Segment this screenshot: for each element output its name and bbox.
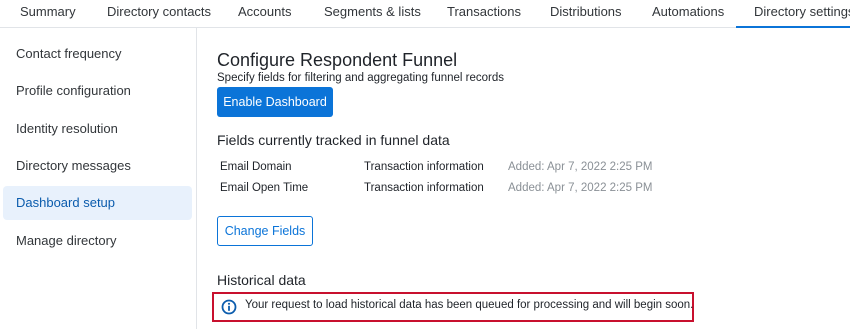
notice-message: Your request to load historical data has…: [245, 299, 694, 311]
sidebar-item-identity-resolution[interactable]: Identity resolution: [3, 112, 192, 146]
field-added-date: Added: Apr 7, 2022 2:25 PM: [508, 161, 653, 173]
historical-data-heading: Historical data: [217, 272, 306, 288]
field-name: Email Domain: [220, 161, 292, 173]
field-source: Transaction information: [364, 182, 484, 194]
fields-heading: Fields currently tracked in funnel data: [217, 132, 450, 148]
tab-summary[interactable]: Summary: [20, 0, 76, 28]
field-source: Transaction information: [364, 161, 484, 173]
enable-dashboard-button[interactable]: Enable Dashboard: [217, 87, 333, 117]
sidebar-item-manage-directory[interactable]: Manage directory: [3, 224, 192, 258]
info-icon: [221, 299, 237, 315]
sidebar-item-contact-frequency[interactable]: Contact frequency: [3, 37, 192, 71]
settings-sidebar: Contact frequency Profile configuration …: [0, 28, 197, 329]
tab-transactions[interactable]: Transactions: [447, 0, 521, 28]
field-name: Email Open Time: [220, 182, 309, 194]
change-fields-button[interactable]: Change Fields: [217, 216, 313, 246]
tab-distributions[interactable]: Distributions: [550, 0, 622, 28]
field-added-date: Added: Apr 7, 2022 2:25 PM: [508, 182, 653, 194]
page-title: Configure Respondent Funnel: [217, 50, 458, 70]
historical-data-notice: Your request to load historical data has…: [212, 292, 694, 322]
tab-automations[interactable]: Automations: [652, 0, 724, 28]
tab-accounts[interactable]: Accounts: [238, 0, 291, 28]
page-subtitle: Specify fields for filtering and aggrega…: [217, 72, 505, 84]
sidebar-item-directory-messages[interactable]: Directory messages: [3, 149, 192, 183]
sidebar-item-dashboard-setup[interactable]: Dashboard setup: [3, 186, 192, 220]
tab-directory-contacts[interactable]: Directory contacts: [107, 0, 211, 28]
tab-directory-settings[interactable]: Directory settings: [736, 0, 850, 28]
sidebar-item-profile-configuration[interactable]: Profile configuration: [3, 74, 192, 108]
top-tab-bar: Summary Directory contacts Accounts Segm…: [0, 0, 850, 28]
tab-segments-lists[interactable]: Segments & lists: [324, 0, 421, 28]
